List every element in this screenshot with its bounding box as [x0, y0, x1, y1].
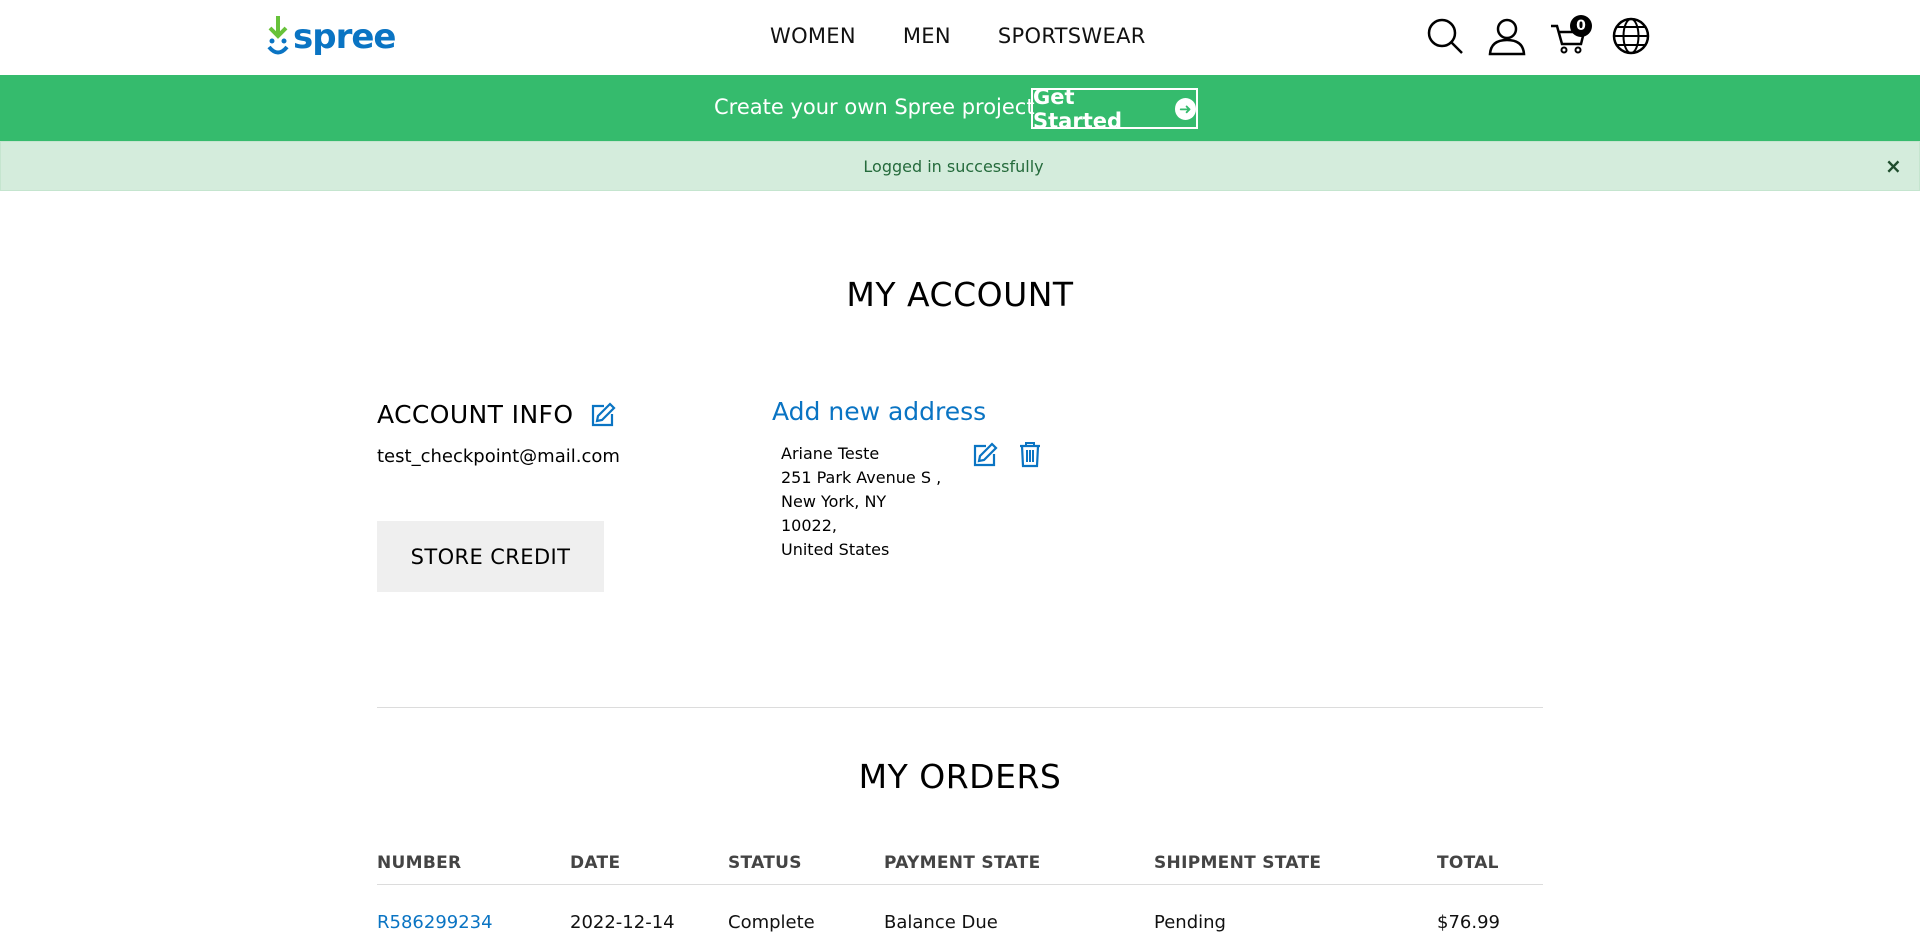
- address-card: Ariane Teste 251 Park Avenue S , New Yor…: [781, 442, 941, 562]
- arrow-right-circle-icon: ➜: [1174, 97, 1196, 120]
- address-city-state: New York, NY: [781, 492, 887, 511]
- order-date: 2022-12-14: [570, 912, 675, 933]
- nav-sportswear[interactable]: SPORTSWEAR: [998, 24, 1146, 48]
- site-header: spree WOMEN MEN SPORTSWEAR 0: [0, 0, 1920, 75]
- spree-logo[interactable]: spree: [265, 14, 396, 60]
- account-info-title: ACCOUNT INFO: [377, 400, 574, 429]
- address-country: United States: [781, 540, 890, 559]
- store-credit-button[interactable]: STORE CREDIT: [377, 521, 604, 592]
- edit-icon: [591, 402, 616, 427]
- account-email: test_checkpoint@mail.com: [377, 446, 620, 467]
- cart-button[interactable]: 0: [1549, 15, 1592, 56]
- add-new-address-link[interactable]: Add new address: [772, 397, 986, 426]
- edit-account-button[interactable]: [590, 402, 616, 428]
- orders-title: MY ORDERS: [858, 757, 1062, 796]
- trash-icon: [1020, 442, 1040, 468]
- get-started-button[interactable]: Get Started ➜: [1031, 85, 1198, 133]
- col-date: DATE: [570, 853, 621, 873]
- order-payment-state: Balance Due: [884, 912, 998, 933]
- order-total: $76.99: [1437, 912, 1500, 933]
- col-payment-state: PAYMENT STATE: [884, 853, 1041, 873]
- logo-text: spree: [293, 17, 396, 57]
- search-button[interactable]: [1425, 16, 1465, 56]
- edit-icon: [973, 442, 998, 467]
- order-shipment-state: Pending: [1154, 912, 1226, 933]
- flash-close-button[interactable]: ×: [1885, 154, 1902, 178]
- search-icon: [1427, 18, 1463, 54]
- orders-table-header: NUMBER DATE STATUS PAYMENT STATE SHIPMEN…: [377, 853, 1543, 885]
- edit-address-button[interactable]: [972, 442, 998, 468]
- locale-button[interactable]: [1611, 16, 1651, 56]
- nav-women[interactable]: WOMEN: [770, 24, 856, 48]
- col-total: TOTAL: [1437, 853, 1499, 873]
- col-status: STATUS: [728, 853, 802, 873]
- section-divider: [377, 707, 1543, 708]
- nav-men[interactable]: MEN: [903, 24, 951, 48]
- table-row: R586299234 2022-12-14 Complete Balance D…: [377, 912, 1543, 942]
- header-actions: 0: [1425, 15, 1673, 56]
- flash-text: Logged in successfully: [863, 157, 1044, 176]
- delete-address-button[interactable]: [1017, 441, 1043, 468]
- get-started-label: Get Started: [1033, 84, 1123, 133]
- promo-bar: Create your own Spree project Get Starte…: [0, 75, 1920, 141]
- order-status: Complete: [728, 912, 815, 933]
- order-number-link[interactable]: R586299234: [377, 912, 493, 933]
- address-zip: 10022,: [781, 516, 837, 535]
- address-name: Ariane Teste: [781, 444, 880, 463]
- account-button[interactable]: [1487, 16, 1527, 56]
- globe-icon: [1612, 17, 1650, 55]
- cart-count-badge: 0: [1570, 15, 1592, 37]
- col-number: NUMBER: [377, 853, 462, 873]
- page-title: MY ACCOUNT: [846, 275, 1074, 314]
- flash-message: Logged in successfully ×: [0, 141, 1920, 191]
- spree-logo-icon: [267, 16, 289, 55]
- account-icon: [1488, 18, 1526, 56]
- col-shipment-state: SHIPMENT STATE: [1154, 853, 1322, 873]
- promo-text: Create your own Spree project: [714, 95, 1035, 119]
- address-street: 251 Park Avenue S ,: [781, 468, 942, 487]
- main-nav: WOMEN MEN SPORTSWEAR: [770, 24, 1193, 48]
